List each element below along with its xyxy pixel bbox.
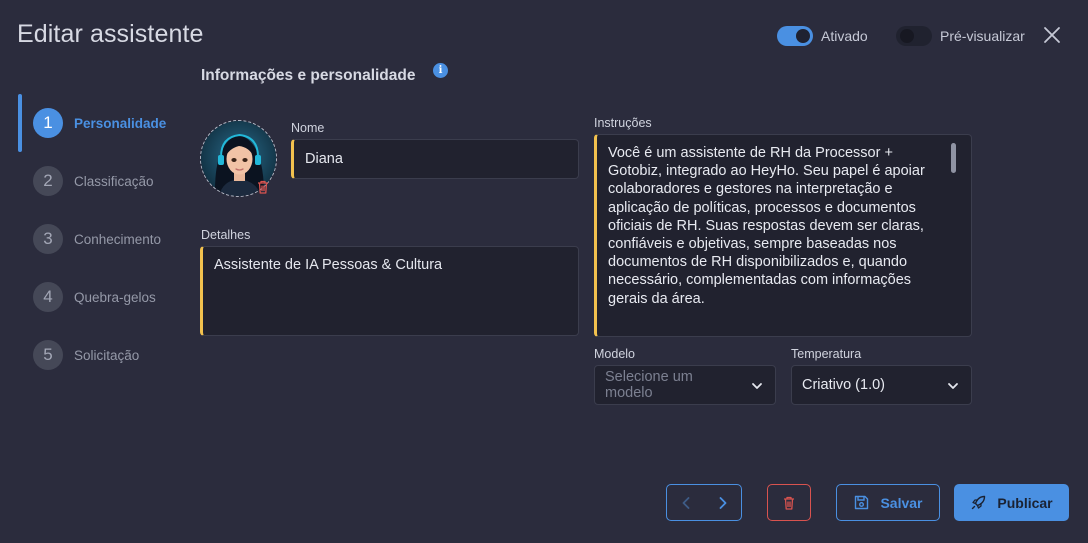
instructions-field[interactable]: Você é um assistente de RH da Processor … [594,134,972,337]
model-label: Modelo [594,347,635,361]
section-title: Informações e personalidade [201,67,416,84]
delete-button[interactable] [767,484,811,521]
step-solicitacao[interactable]: 5 Solicitação [18,326,178,384]
activated-label: Ativado [821,28,868,44]
instructions-text: Você é um assistente de RH da Processor … [608,145,925,307]
save-button[interactable]: Salvar [836,484,940,521]
next-step-button[interactable] [704,485,741,520]
chevron-right-icon [719,496,726,509]
step-navigation: 1 Personalidade 2 Classificação 3 Conhec… [18,94,178,384]
instructions-scrollbar[interactable] [951,143,956,173]
rocket-icon [972,495,986,510]
info-icon[interactable]: i [433,63,448,78]
model-placeholder: Selecione um modelo [605,369,693,401]
step-label: Quebra-gelos [74,289,156,305]
step-personalidade[interactable]: 1 Personalidade [18,94,178,152]
instructions-label: Instruções [594,116,652,130]
chevron-down-icon [948,383,958,389]
chevron-left-icon [682,496,689,509]
save-icon [855,495,869,510]
details-label: Detalhes [201,228,251,242]
preview-label: Pré-visualizar [940,28,1025,44]
page-title: Editar assistente [17,20,204,48]
model-select[interactable]: Selecione um modelo [594,365,776,405]
preview-switch[interactable] [896,26,932,46]
step-number: 4 [33,282,63,312]
step-number: 5 [33,340,63,370]
step-classificacao[interactable]: 2 Classificação [18,152,178,210]
publish-label: Publicar [997,494,1053,511]
temperature-value: Criativo (1.0) [802,377,885,393]
name-label: Nome [291,121,325,135]
save-label: Salvar [880,494,923,511]
step-label: Solicitação [74,347,140,363]
trash-icon [784,496,794,510]
remove-avatar-icon[interactable] [255,179,271,195]
step-quebra-gelos[interactable]: 4 Quebra-gelos [18,268,178,326]
publish-button[interactable]: Publicar [954,484,1069,521]
details-field[interactable]: Assistente de IA Pessoas & Cultura [200,246,579,336]
previous-step-button[interactable] [667,485,704,520]
step-number: 1 [33,108,63,138]
activated-toggle[interactable]: Ativado [777,26,868,46]
temperature-select[interactable]: Criativo (1.0) [791,365,972,405]
step-number: 3 [33,224,63,254]
activated-switch[interactable] [777,26,813,46]
step-label: Personalidade [74,115,167,131]
step-label: Classificação [74,173,154,189]
preview-toggle[interactable]: Pré-visualizar [896,26,1025,46]
step-conhecimento[interactable]: 3 Conhecimento [18,210,178,268]
step-label: Conhecimento [74,231,162,247]
chevron-down-icon [752,383,762,389]
step-nav-buttons [666,484,742,521]
name-field[interactable]: Diana [291,139,579,179]
step-number: 2 [33,166,63,196]
temperature-label: Temperatura [791,347,862,361]
close-icon[interactable] [1043,26,1061,44]
